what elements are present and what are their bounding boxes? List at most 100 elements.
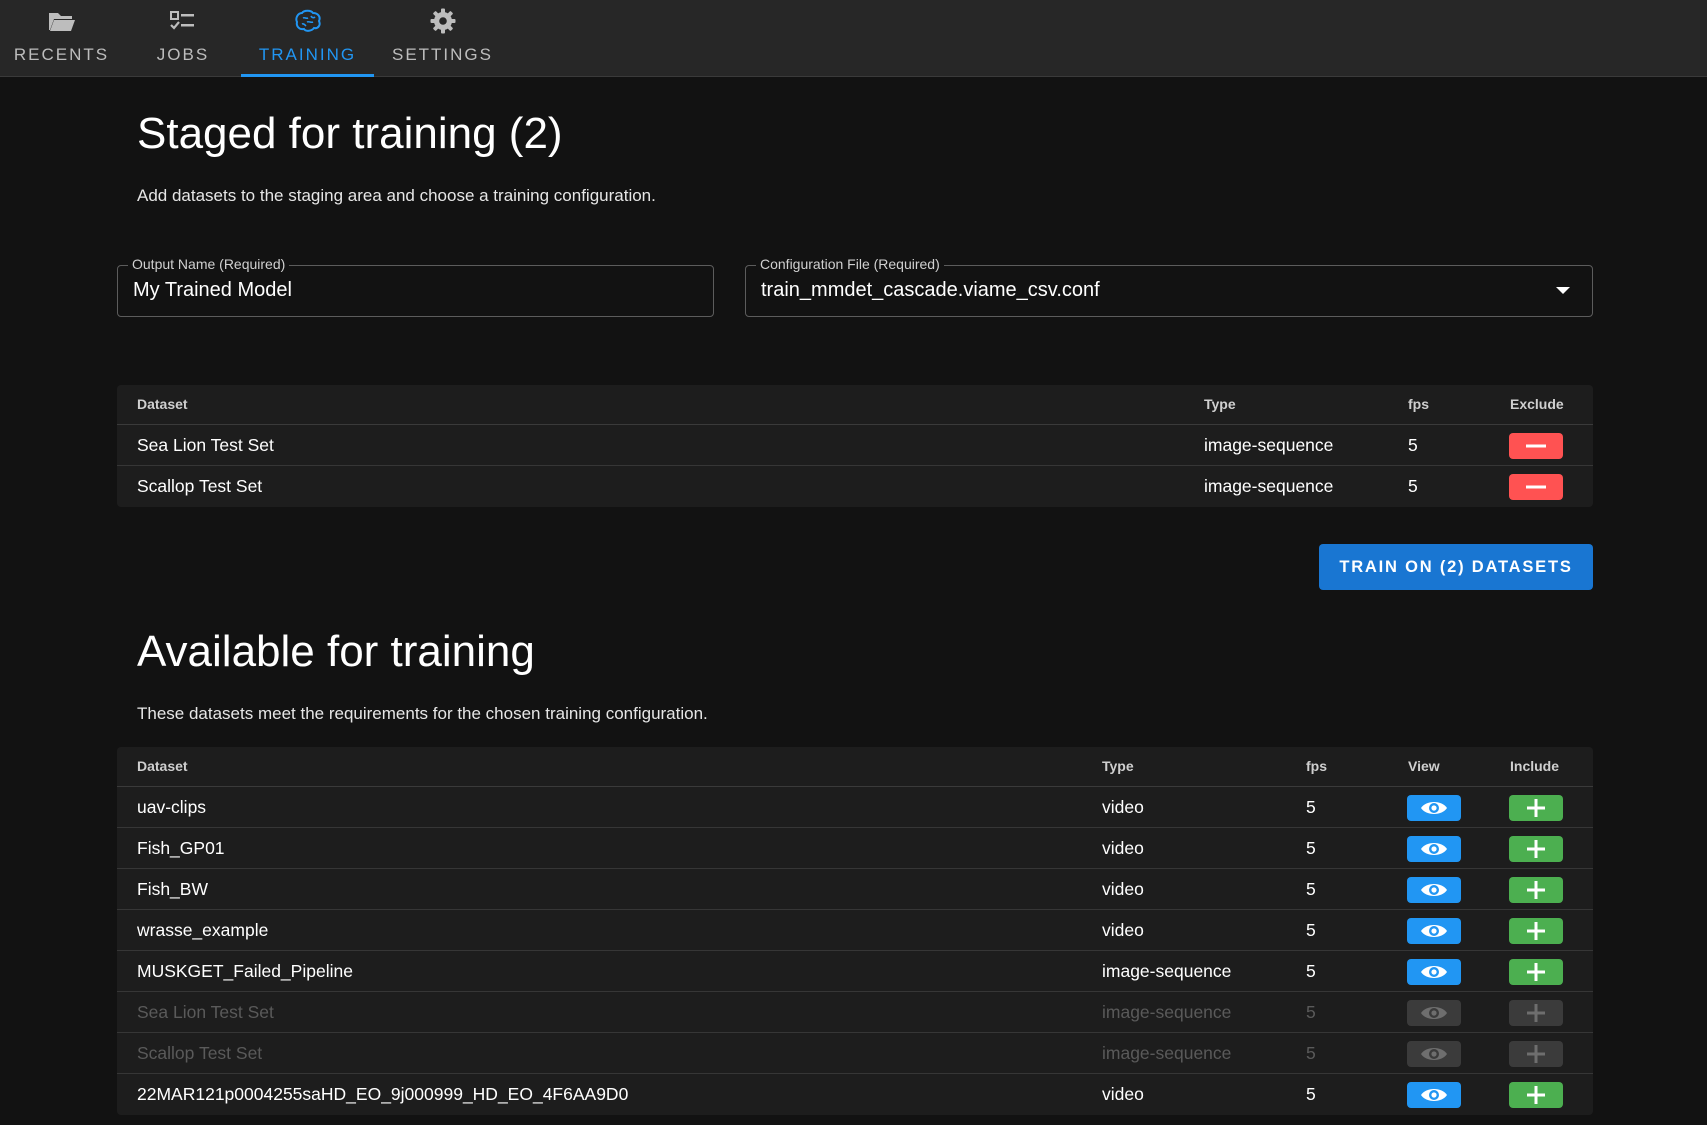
dataset-fps: 5 <box>1306 961 1316 981</box>
dataset-name: Scallop Test Set <box>137 1043 263 1063</box>
dataset-fps: 5 <box>1306 879 1316 899</box>
view-button[interactable] <box>1407 1082 1461 1108</box>
output-name-value[interactable]: My Trained Model <box>133 279 292 302</box>
table-row: wrasse_example video 5 <box>117 910 1593 951</box>
dataset-type: video <box>1102 797 1144 817</box>
include-button[interactable] <box>1509 877 1563 903</box>
tab-training[interactable]: TRAINING <box>241 0 374 77</box>
column-header-include: Include <box>1510 758 1560 774</box>
view-button-disabled <box>1407 1041 1461 1067</box>
include-button[interactable] <box>1509 959 1563 985</box>
exclude-button[interactable] <box>1509 433 1563 459</box>
include-button[interactable] <box>1509 795 1563 821</box>
view-button[interactable] <box>1407 959 1461 985</box>
column-header-dataset[interactable]: Dataset <box>137 396 188 412</box>
dataset-name: 22MAR121p0004255saHD_EO_9j000999_HD_EO_4… <box>137 1084 629 1104</box>
eye-icon <box>1421 1007 1447 1019</box>
dataset-name: Scallop Test Set <box>137 476 263 496</box>
dataset-fps: 5 <box>1408 476 1418 496</box>
eye-icon <box>1421 802 1447 814</box>
column-header-dataset[interactable]: Dataset <box>137 758 188 774</box>
column-header-type[interactable]: Type <box>1204 396 1236 412</box>
table-row: MUSKGET_Failed_Pipeline image-sequence 5 <box>117 951 1593 992</box>
tab-recents-label: RECENTS <box>13 45 110 64</box>
dataset-fps: 5 <box>1306 1084 1316 1104</box>
plus-icon <box>1527 963 1545 981</box>
top-nav-bar: RECENTS JOBS TRAINING SETTINGS <box>0 0 1707 77</box>
view-button[interactable] <box>1407 795 1461 821</box>
folder-open-icon <box>48 8 76 34</box>
column-header-fps[interactable]: fps <box>1306 758 1327 774</box>
tab-recents[interactable]: RECENTS <box>0 0 123 77</box>
dataset-type: image-sequence <box>1102 1043 1232 1063</box>
include-button[interactable] <box>1509 1082 1563 1108</box>
table-row: uav-clips video 5 <box>117 787 1593 828</box>
eye-icon <box>1421 1089 1447 1101</box>
dataset-type: image-sequence <box>1102 1002 1232 1022</box>
column-header-exclude: Exclude <box>1510 396 1564 412</box>
dataset-type: video <box>1102 838 1144 858</box>
tab-settings[interactable]: SETTINGS <box>376 0 509 77</box>
table-row: 22MAR121p0004255saHD_EO_9j000999_HD_EO_4… <box>117 1074 1593 1115</box>
eye-icon <box>1421 884 1447 896</box>
train-button[interactable]: TRAIN ON (2) DATASETS <box>1319 544 1593 590</box>
dataset-name: Sea Lion Test Set <box>137 435 274 455</box>
available-title: Available for training <box>137 627 535 676</box>
include-button-disabled <box>1509 1041 1563 1067</box>
staged-description: Add datasets to the staging area and cho… <box>137 186 656 205</box>
tab-jobs[interactable]: JOBS <box>123 0 243 77</box>
configuration-file-label: Configuration File (Required) <box>756 256 944 272</box>
chevron-down-icon[interactable] <box>1556 287 1570 294</box>
configuration-file-value[interactable]: train_mmdet_cascade.viame_csv.conf <box>761 279 1100 302</box>
plus-icon <box>1527 881 1545 899</box>
list-status-icon <box>170 8 196 34</box>
tab-training-label: TRAINING <box>258 45 357 64</box>
tab-jobs-label: JOBS <box>156 45 210 64</box>
table-row: Fish_GP01 video 5 <box>117 828 1593 869</box>
available-table-header: Dataset Type fps View Include <box>117 747 1593 787</box>
table-row: Fish_BW video 5 <box>117 869 1593 910</box>
plus-icon <box>1527 799 1545 817</box>
dataset-name: wrasse_example <box>137 920 269 940</box>
dataset-type: video <box>1102 879 1144 899</box>
brain-icon <box>294 8 322 34</box>
include-button[interactable] <box>1509 836 1563 862</box>
output-name-field[interactable]: Output Name (Required) My Trained Model <box>117 256 714 317</box>
output-name-label: Output Name (Required) <box>128 256 290 272</box>
view-button[interactable] <box>1407 836 1461 862</box>
column-header-type[interactable]: Type <box>1102 758 1134 774</box>
exclude-button[interactable] <box>1509 474 1563 500</box>
dataset-fps: 5 <box>1408 435 1418 455</box>
dataset-name: uav-clips <box>137 797 207 817</box>
table-row-disabled: Sea Lion Test Set image-sequence 5 <box>117 992 1593 1033</box>
dataset-type: image-sequence <box>1204 435 1334 455</box>
plus-icon <box>1527 1086 1545 1104</box>
dataset-type: image-sequence <box>1204 476 1334 496</box>
view-button[interactable] <box>1407 918 1461 944</box>
gear-icon <box>430 8 456 34</box>
view-button-disabled <box>1407 1000 1461 1026</box>
dataset-name: Fish_GP01 <box>137 838 225 858</box>
dataset-fps: 5 <box>1306 1002 1316 1022</box>
plus-icon <box>1527 922 1545 940</box>
eye-icon <box>1421 1048 1447 1060</box>
configuration-file-select[interactable]: Configuration File (Required) train_mmde… <box>745 256 1593 317</box>
dataset-type: image-sequence <box>1102 961 1232 981</box>
table-row-disabled: Scallop Test Set image-sequence 5 <box>117 1033 1593 1074</box>
tab-settings-label: SETTINGS <box>391 45 493 64</box>
table-row: Sea Lion Test Set image-sequence 5 <box>117 425 1593 466</box>
include-button[interactable] <box>1509 918 1563 944</box>
table-row: Scallop Test Set image-sequence 5 <box>117 466 1593 507</box>
view-button[interactable] <box>1407 877 1461 903</box>
staged-table: Dataset Type fps Exclude Sea Lion Test S… <box>117 385 1593 507</box>
dataset-fps: 5 <box>1306 838 1316 858</box>
column-header-view: View <box>1408 758 1440 774</box>
eye-icon <box>1421 966 1447 978</box>
column-header-fps[interactable]: fps <box>1408 396 1429 412</box>
eye-icon <box>1421 843 1447 855</box>
staged-title: Staged for training (2) <box>137 109 563 158</box>
plus-icon <box>1527 840 1545 858</box>
plus-icon <box>1527 1045 1545 1063</box>
dataset-fps: 5 <box>1306 797 1316 817</box>
available-table: Dataset Type fps View Include uav-clips … <box>117 747 1593 1115</box>
